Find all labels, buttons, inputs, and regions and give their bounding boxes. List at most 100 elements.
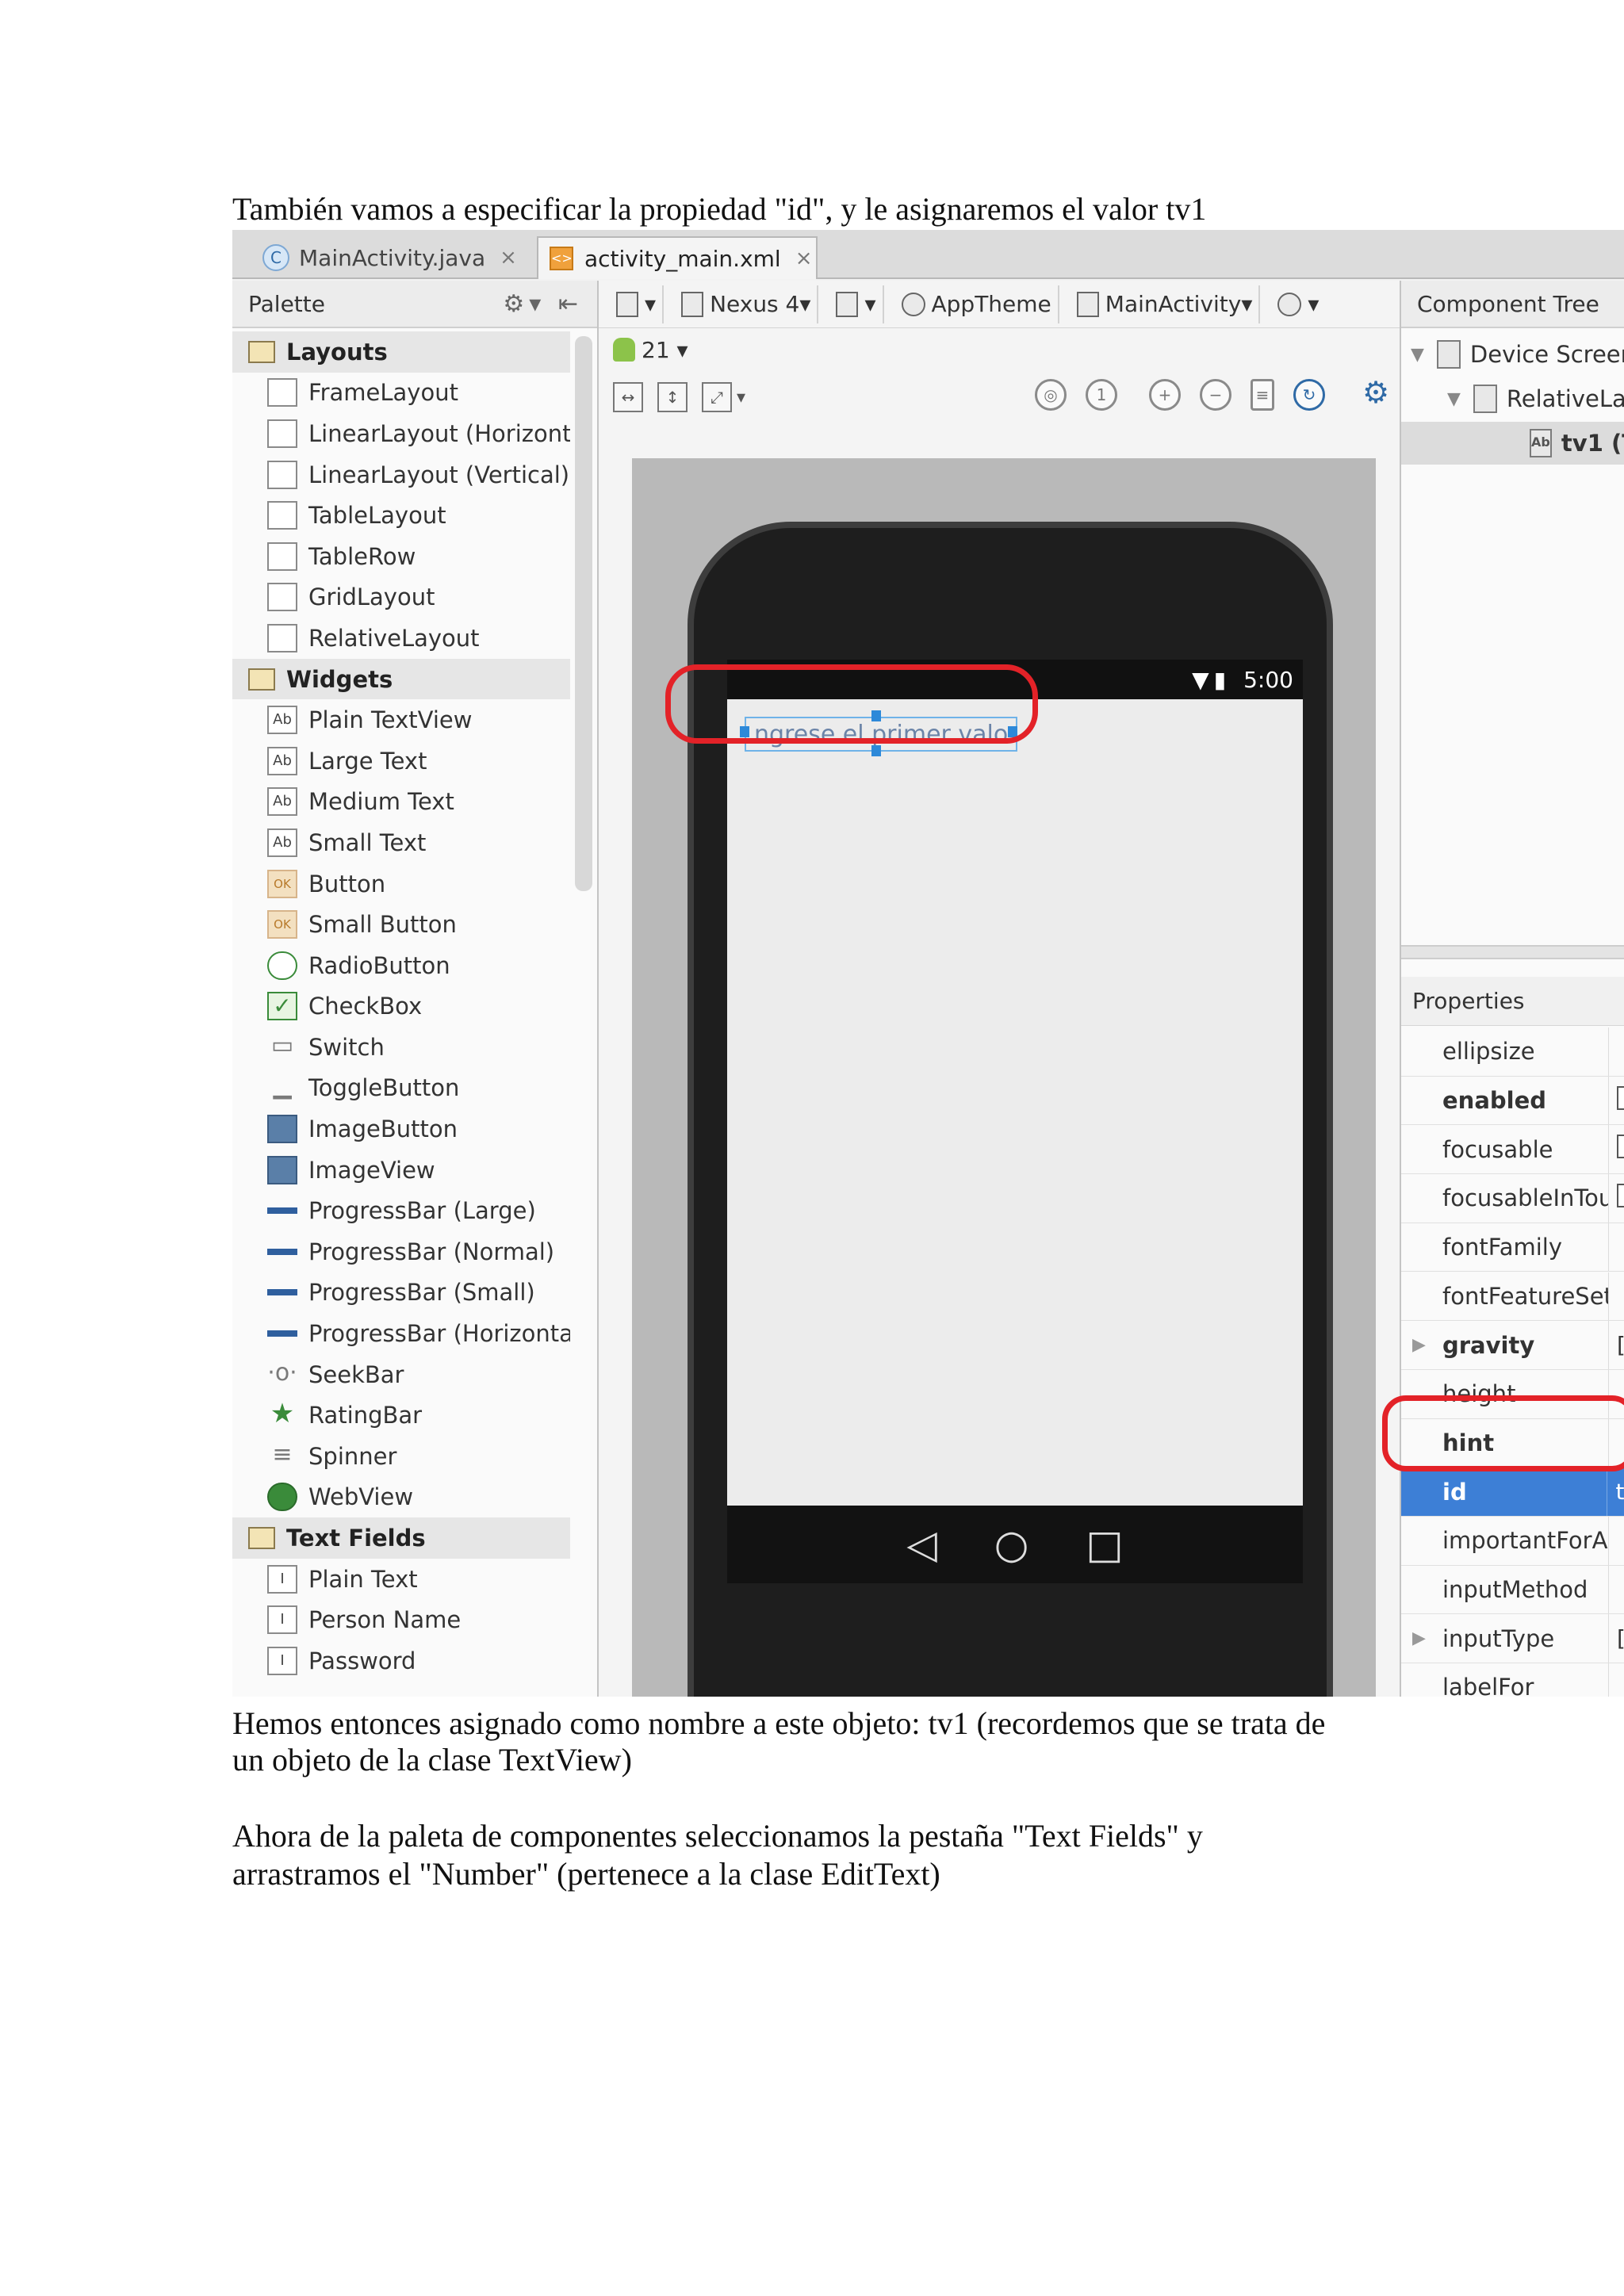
property-row-focusableintou[interactable]: focusableInTou <box>1401 1174 1624 1223</box>
theme-label: AppTheme <box>931 291 1051 317</box>
progress-bar-icon <box>267 1207 297 1215</box>
locale-dropdown[interactable]: ▾ <box>1271 285 1325 323</box>
property-row-gravity[interactable]: ▶ gravity [] <box>1401 1321 1624 1370</box>
zoom-out-icon[interactable]: − <box>1200 379 1231 411</box>
home-icon[interactable]: ○ <box>994 1521 1029 1567</box>
refresh-icon[interactable]: ↻ <box>1293 379 1325 411</box>
property-value[interactable] <box>1609 1183 1624 1213</box>
tree-node-relative-layout[interactable]: ▼ RelativeLa <box>1401 377 1624 420</box>
palette-item[interactable]: I Plain Text <box>232 1559 570 1600</box>
palette-item[interactable]: ▁ ToggleButton <box>232 1068 570 1109</box>
property-value[interactable] <box>1609 1085 1624 1115</box>
palette-item[interactable]: LinearLayout (Vertical) <box>232 454 570 496</box>
tree-node-label: tv1 (T <box>1561 430 1624 457</box>
palette-group[interactable]: Layouts <box>232 331 570 373</box>
palette-item[interactable]: ★ RatingBar <box>232 1395 570 1436</box>
property-row-fontfeaturesett[interactable]: fontFeatureSett <box>1401 1272 1624 1322</box>
palette-item[interactable]: ·o· SeekBar <box>232 1354 570 1395</box>
expand-horizontal-icon[interactable]: ↔ <box>613 382 643 412</box>
close-icon[interactable]: × <box>795 247 813 270</box>
zoom-fit-icon[interactable]: ◎ <box>1035 379 1067 411</box>
tree-node-device-screen[interactable]: ▼ Device Screen <box>1401 333 1624 376</box>
theme-dropdown[interactable]: AppTheme <box>895 285 1059 323</box>
recents-icon[interactable]: □ <box>1086 1521 1123 1567</box>
palette-item[interactable]: Ab Large Text <box>232 740 570 782</box>
property-value[interactable] <box>1609 1135 1624 1164</box>
selection-handle[interactable] <box>871 745 881 756</box>
palette-item[interactable]: ProgressBar (Normal) <box>232 1231 570 1272</box>
property-row-importantfora[interactable]: importantForA <box>1401 1517 1624 1566</box>
property-checkbox[interactable] <box>1617 1085 1624 1110</box>
property-row-ellipsize[interactable]: ellipsize <box>1401 1027 1624 1077</box>
device-dropdown[interactable]: Nexus 4 ▾ <box>675 285 819 323</box>
property-row-focusable[interactable]: focusable <box>1401 1125 1624 1175</box>
palette-label: GridLayout <box>308 584 435 611</box>
expand-triangle-icon[interactable]: ▼ <box>1411 345 1424 365</box>
palette-settings-icon[interactable]: ⚙▾ ⇤ <box>503 290 583 318</box>
property-value[interactable]: [] <box>1609 1625 1624 1651</box>
palette-label: RatingBar <box>308 1402 423 1429</box>
palette-item[interactable]: RadioButton <box>232 945 570 986</box>
palette-item[interactable]: ≡ Spinner <box>232 1436 570 1477</box>
tree-node-tv1[interactable]: Ab tv1 (T <box>1401 422 1624 465</box>
device-orientation-dropdown[interactable]: ▾ <box>610 285 665 323</box>
device-icon <box>616 291 638 317</box>
palette-item[interactable]: ProgressBar (Large) <box>232 1190 570 1231</box>
palette-item[interactable]: Ab Small Text <box>232 822 570 863</box>
expand-arrow-icon[interactable]: ▶ <box>1412 1628 1426 1648</box>
zoom-in-icon[interactable]: + <box>1149 379 1181 411</box>
property-name: gravity <box>1401 1321 1609 1369</box>
text-field-icon: I <box>267 1564 297 1594</box>
expand-arrow-icon[interactable]: ▶ <box>1412 1335 1426 1355</box>
palette-item[interactable]: ✓ CheckBox <box>232 986 570 1027</box>
tab-mainactivity-java[interactable]: C MainActivity.java × <box>251 236 537 279</box>
palette-item[interactable]: Ab Plain TextView <box>232 699 570 740</box>
palette-item[interactable]: TableRow <box>232 536 570 577</box>
document-icon[interactable]: ≡ <box>1251 379 1274 411</box>
close-icon[interactable]: × <box>500 246 517 270</box>
palette-item[interactable]: I Person Name <box>232 1599 570 1640</box>
expand-vertical-icon[interactable]: ↕ <box>657 382 688 412</box>
back-icon[interactable]: ◁ <box>906 1521 936 1567</box>
panel-splitter[interactable] <box>1401 945 1624 959</box>
property-checkbox[interactable] <box>1617 1135 1624 1159</box>
expand-triangle-icon[interactable]: ▼ <box>1447 389 1461 409</box>
palette-item[interactable]: WebView <box>232 1477 570 1518</box>
palette-item[interactable]: ProgressBar (Horizontal) <box>232 1313 570 1354</box>
property-row-id[interactable]: id tv <box>1401 1468 1624 1517</box>
property-row-inputmethod[interactable]: inputMethod <box>1401 1565 1624 1615</box>
property-row-enabled[interactable]: enabled <box>1401 1076 1624 1126</box>
activity-dropdown[interactable]: MainActivity ▾ <box>1071 285 1261 323</box>
zoom-actual-icon[interactable]: 1 <box>1086 379 1117 411</box>
palette-group[interactable]: Widgets <box>232 658 570 700</box>
palette-item[interactable]: I Password <box>232 1640 570 1682</box>
palette-item[interactable]: GridLayout <box>232 577 570 618</box>
palette-item[interactable]: OK Button <box>232 863 570 905</box>
paragraph-2-line-1: Ahora de la paleta de componentes selecc… <box>232 1818 1203 1854</box>
resize-icon[interactable]: ⤢ <box>702 382 732 412</box>
palette-label: TableLayout <box>308 502 446 530</box>
palette-item[interactable]: TableLayout <box>232 495 570 536</box>
gear-icon[interactable]: ⚙ <box>1360 377 1392 411</box>
palette-item[interactable]: Ab Medium Text <box>232 782 570 823</box>
paragraph-1-line-2: un objeto de la clase TextView) <box>232 1742 632 1777</box>
palette-item[interactable]: FrameLayout <box>232 373 570 414</box>
palette-scrollbar[interactable] <box>575 336 592 891</box>
property-row-inputtype[interactable]: ▶ inputType [] <box>1401 1614 1624 1664</box>
palette-item[interactable]: ImageButton <box>232 1108 570 1150</box>
tab-activity-main-xml[interactable]: <> activity_main.xml × <box>537 236 818 279</box>
palette-item[interactable]: ▭ Switch <box>232 1027 570 1068</box>
property-value[interactable]: [] <box>1609 1332 1624 1358</box>
palette-group[interactable]: Text Fields <box>232 1517 570 1559</box>
palette-item[interactable]: ImageView <box>232 1150 570 1191</box>
orientation-dropdown[interactable]: ▾ <box>829 285 884 323</box>
palette-item[interactable]: RelativeLayout <box>232 618 570 659</box>
palette-item[interactable]: ProgressBar (Small) <box>232 1272 570 1314</box>
property-row-labelfor[interactable]: labelFor <box>1401 1663 1624 1697</box>
property-checkbox[interactable] <box>1617 1183 1624 1207</box>
property-value[interactable]: tv <box>1607 1479 1624 1505</box>
palette-item[interactable]: OK Small Button <box>232 904 570 945</box>
property-row-fontfamily[interactable]: fontFamily <box>1401 1223 1624 1272</box>
api-level-dropdown[interactable]: 21 <box>642 337 670 363</box>
palette-item[interactable]: LinearLayout (Horizontal <box>232 413 570 454</box>
